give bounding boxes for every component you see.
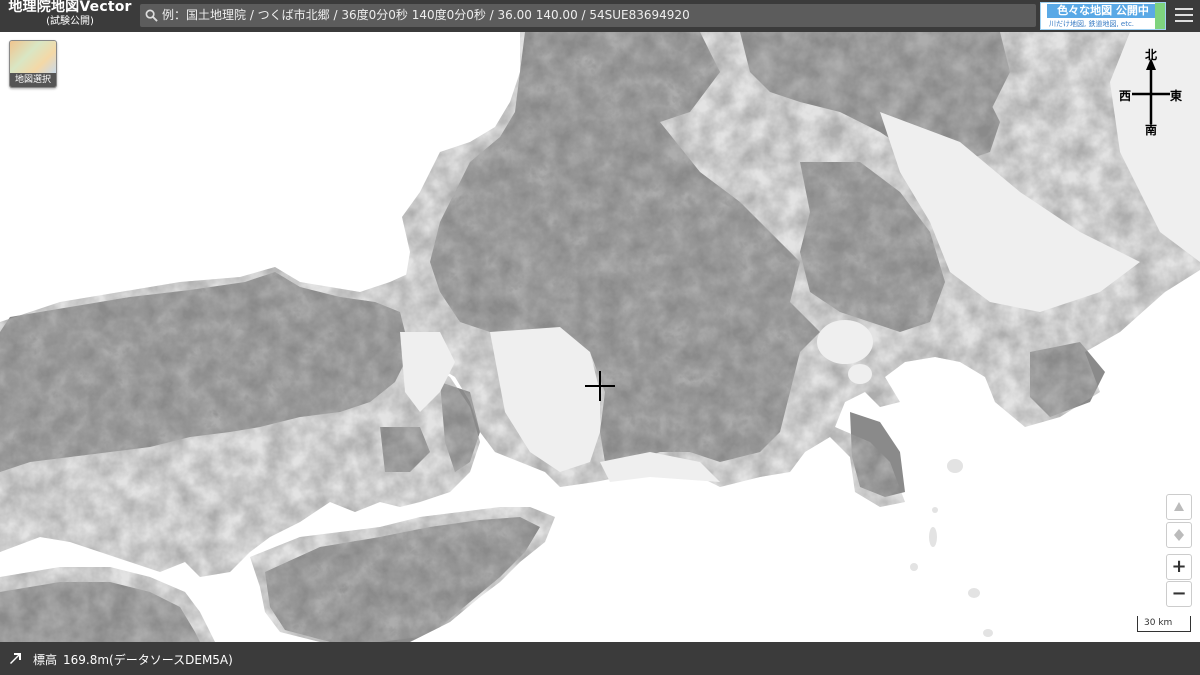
- search-placeholder: 例：国土地理院 / つくば市北郷 / 36度0分0秒 140度0分0秒 / 36…: [162, 8, 690, 22]
- app-title-text: 地理院地図Vector: [8, 0, 132, 15]
- compass-north: 北: [1145, 48, 1158, 62]
- relief-map: [0, 32, 1200, 642]
- footer-bar: 標高 169.8m(データソースDEM5A): [0, 642, 1200, 675]
- compass: 北 西 東 南: [1118, 44, 1184, 138]
- map-canvas[interactable]: [0, 32, 1200, 642]
- banner-title: 色々な地図 公開中: [1047, 4, 1159, 18]
- banner-stripe: [1155, 3, 1165, 29]
- compass-reset-icon: [1174, 529, 1184, 541]
- various-maps-banner[interactable]: 色々な地図 公開中 川だけ地図, 鉄道地図, etc.: [1040, 2, 1166, 30]
- compass-west: 西: [1119, 89, 1132, 103]
- compass-south: 南: [1145, 123, 1158, 137]
- map-select-button[interactable]: 地図選択: [9, 40, 57, 88]
- rotate-reset-button[interactable]: [1166, 522, 1192, 548]
- app-subtitle-text: (試験公開): [46, 16, 94, 27]
- map-select-label: 地図選択: [10, 73, 56, 87]
- map-thumbnail-icon: [10, 41, 56, 73]
- elevation-value: 169.8m(データソースDEM5A): [63, 653, 233, 667]
- elevation-label: 標高: [33, 653, 58, 667]
- banner-subtitle: 川だけ地図, 鉄道地図, etc.: [1049, 20, 1135, 28]
- zoom-out-button[interactable]: −: [1166, 581, 1192, 607]
- app-title[interactable]: 地理院地図Vector (試験公開): [6, 0, 134, 28]
- hamburger-menu-icon[interactable]: [1175, 8, 1193, 24]
- center-crosshair: [585, 371, 615, 401]
- tilt-up-icon: [1174, 502, 1184, 511]
- search-input[interactable]: 例：国土地理院 / つくば市北郷 / 36度0分0秒 140度0分0秒 / 36…: [140, 4, 1036, 27]
- compass-east: 東: [1170, 89, 1183, 103]
- header-bar: 地理院地図Vector (試験公開) 例：国土地理院 / つくば市北郷 / 36…: [0, 0, 1200, 32]
- scale-label: 30 km: [1144, 618, 1173, 628]
- expand-arrow-icon[interactable]: [7, 650, 23, 666]
- scale-bar: 30 km: [1137, 616, 1191, 632]
- search-icon[interactable]: [145, 9, 158, 22]
- tilt-button[interactable]: [1166, 494, 1192, 520]
- zoom-in-button[interactable]: +: [1166, 554, 1192, 580]
